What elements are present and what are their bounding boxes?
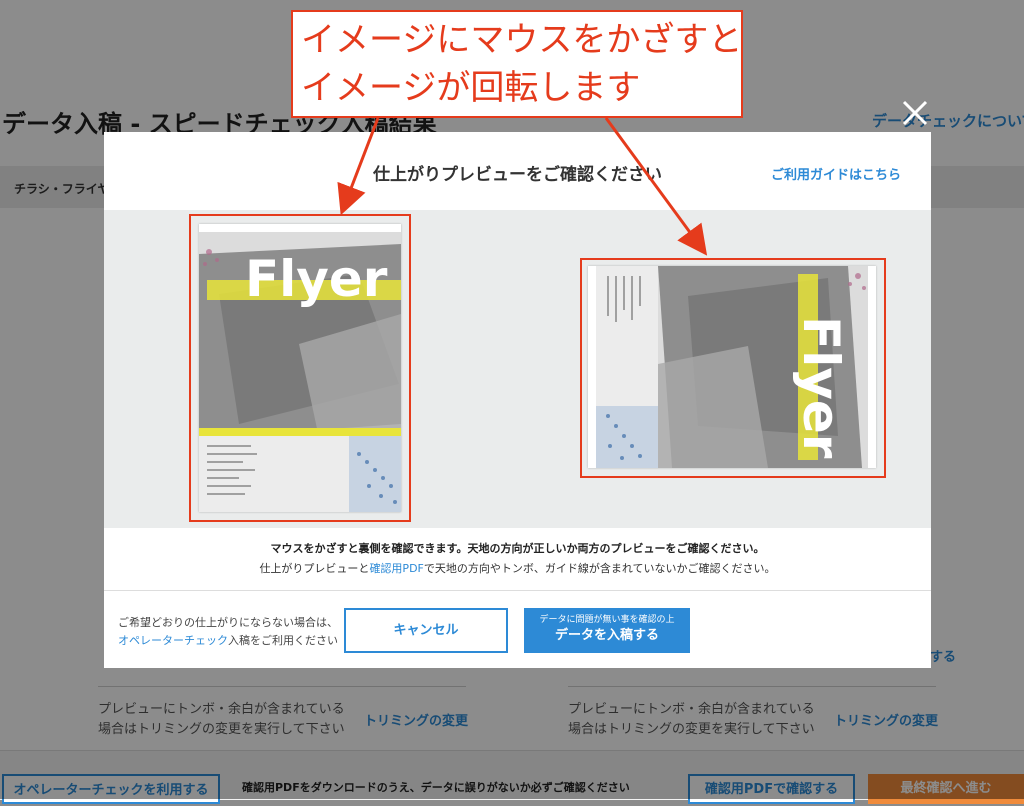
annotation-callout: イメージにマウスをかざすと イメージが回転します — [291, 10, 743, 118]
annotation-line-2: イメージが回転します — [301, 68, 641, 108]
arrow-to-front — [337, 117, 380, 216]
annotation-line-1: イメージにマウスをかざすと — [301, 20, 743, 60]
arrow-to-back — [604, 117, 708, 256]
annotation-arrows — [337, 117, 708, 256]
